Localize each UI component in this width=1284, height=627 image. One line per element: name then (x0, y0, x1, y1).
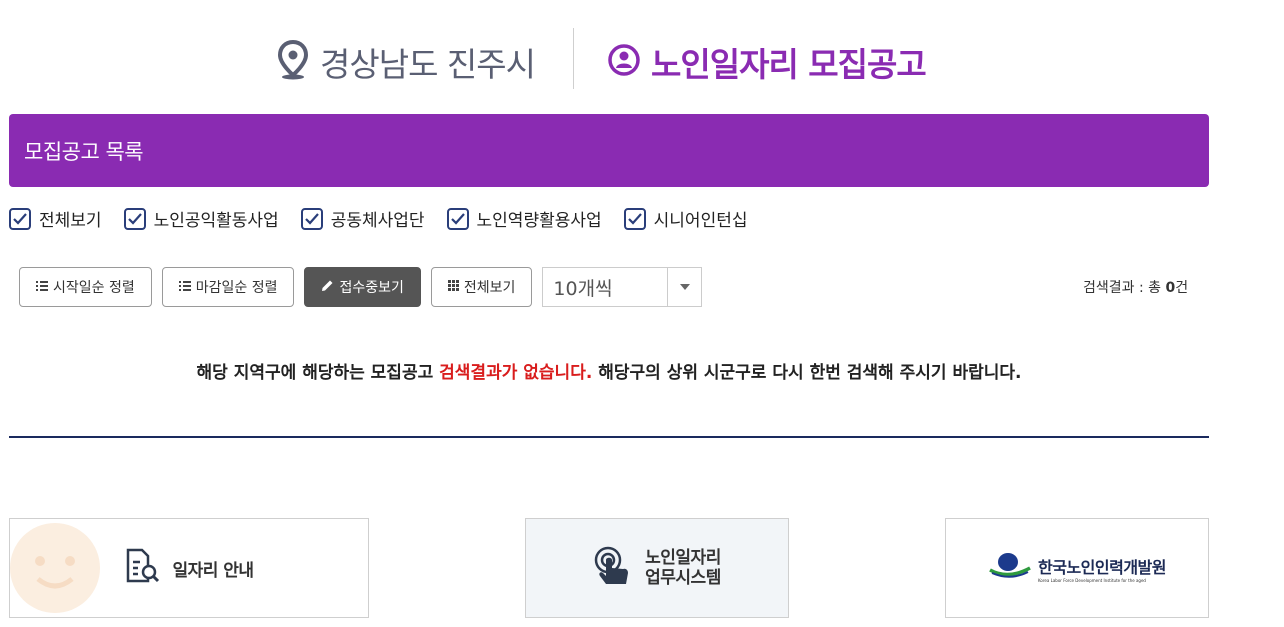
filter-checkboxes: 전체보기 노인공익활동사업 공동체사업단 노인역량활용사업 시니어인턴십 (9, 206, 748, 231)
button-label: 마감일순 정렬 (195, 280, 278, 296)
page-size-select[interactable]: 10개씩 (542, 267, 703, 307)
list-icon (36, 279, 48, 295)
work-system-line1: 노인일자리 (645, 548, 721, 568)
filter-capability-utilization[interactable]: 노인역량활용사업 (446, 206, 602, 231)
filter-senior-internship[interactable]: 시니어인턴십 (623, 206, 748, 231)
checkbox-checked-icon[interactable] (123, 207, 146, 230)
receiving-view-button[interactable]: 접수중보기 (304, 267, 421, 307)
kordi-logo-sub: Korea Labor Force Development Institute … (1038, 577, 1146, 583)
checkbox-checked-icon[interactable] (300, 207, 323, 230)
filter-label: 공동체사업단 (330, 211, 425, 231)
filter-label: 노인역량활용사업 (476, 211, 602, 231)
kordi-logo: 한국노인인력개발원 Korea Labor Force Development … (988, 551, 1166, 585)
result-count: 검색결과 : 총 0건 (1083, 277, 1188, 297)
filter-community-business[interactable]: 공동체사업단 (300, 206, 425, 231)
location-pin-icon (274, 39, 312, 85)
view-all-button[interactable]: 전체보기 (430, 267, 533, 307)
work-system-line2: 업무시스템 (645, 568, 721, 588)
no-results-message: 해당 지역구에 해당하는 모집공고 검색결과가 없습니다. 해당구의 상위 시군… (0, 358, 1218, 383)
job-info-label: 일자리 안내 (172, 560, 254, 581)
filter-label: 전체보기 (39, 211, 102, 231)
result-prefix: 검색결과 : 총 (1083, 280, 1166, 296)
caret-down-icon[interactable] (667, 268, 701, 306)
message-after: 해당구의 상위 시군구로 다시 한번 검색해 주시기 바랍니다. (592, 363, 1022, 383)
button-label: 전체보기 (463, 280, 516, 296)
filter-label: 시니어인턴십 (653, 211, 748, 231)
section-divider (9, 436, 1209, 438)
list-header-title: 모집공고 목록 (24, 139, 144, 164)
list-icon (178, 279, 191, 295)
filter-label: 노인공익활동사업 (153, 211, 279, 231)
page-size-value: 10개씩 (553, 277, 613, 300)
work-system-content: 노인일자리 업무시스템 (593, 546, 721, 590)
notice-title-group: 노인일자리 모집공고 (607, 38, 927, 86)
grid-icon (447, 279, 459, 295)
region-name: 경상남도 진주시 (320, 45, 536, 84)
job-info-card[interactable]: 일자리 안내 (9, 518, 369, 618)
kordi-logo-card[interactable]: 한국노인인력개발원 Korea Labor Force Development … (945, 518, 1209, 618)
kordi-emblem-icon (988, 551, 1032, 585)
sort-start-date-button[interactable]: 시작일순 정렬 (19, 267, 152, 307)
header-divider (573, 28, 574, 89)
message-highlight: 검색결과가 없습니다. (439, 363, 593, 383)
work-system-label: 노인일자리 업무시스템 (645, 548, 721, 588)
region-selector[interactable]: 경상남도 진주시 (274, 38, 536, 86)
kordi-logo-text: 한국노인인력개발원 Korea Labor Force Development … (1038, 554, 1166, 583)
button-label: 시작일순 정렬 (53, 280, 135, 296)
checkbox-checked-icon[interactable] (446, 207, 469, 230)
job-info-content: 일자리 안내 (124, 548, 254, 588)
document-search-icon (124, 548, 160, 588)
button-label: 접수중보기 (339, 280, 404, 296)
list-toolbar: 시작일순 정렬 마감일순 정렬 접수중보기 전체보기 10개씩 (19, 267, 703, 307)
pencil-icon (321, 279, 334, 296)
result-number: 0 (1165, 280, 1176, 296)
sort-end-date-button[interactable]: 마감일순 정렬 (161, 267, 295, 307)
result-suffix: 건 (1175, 280, 1189, 296)
filter-public-activity[interactable]: 노인공익활동사업 (123, 206, 279, 231)
smiley-face-icon (10, 519, 110, 617)
checkbox-checked-icon[interactable] (623, 207, 646, 230)
person-circle-icon (607, 43, 641, 81)
touch-hand-icon (593, 546, 633, 590)
page-header: 경상남도 진주시 노인일자리 모집공고 (0, 0, 1218, 110)
list-header-bar: 모집공고 목록 (9, 114, 1209, 187)
filter-all[interactable]: 전체보기 (9, 206, 102, 231)
page-title: 노인일자리 모집공고 (651, 45, 927, 84)
kordi-logo-name: 한국노인인력개발원 (1038, 557, 1166, 577)
checkbox-checked-icon[interactable] (9, 207, 31, 230)
message-before: 해당 지역구에 해당하는 모집공고 (196, 363, 440, 383)
work-system-card[interactable]: 노인일자리 업무시스템 (525, 518, 789, 618)
